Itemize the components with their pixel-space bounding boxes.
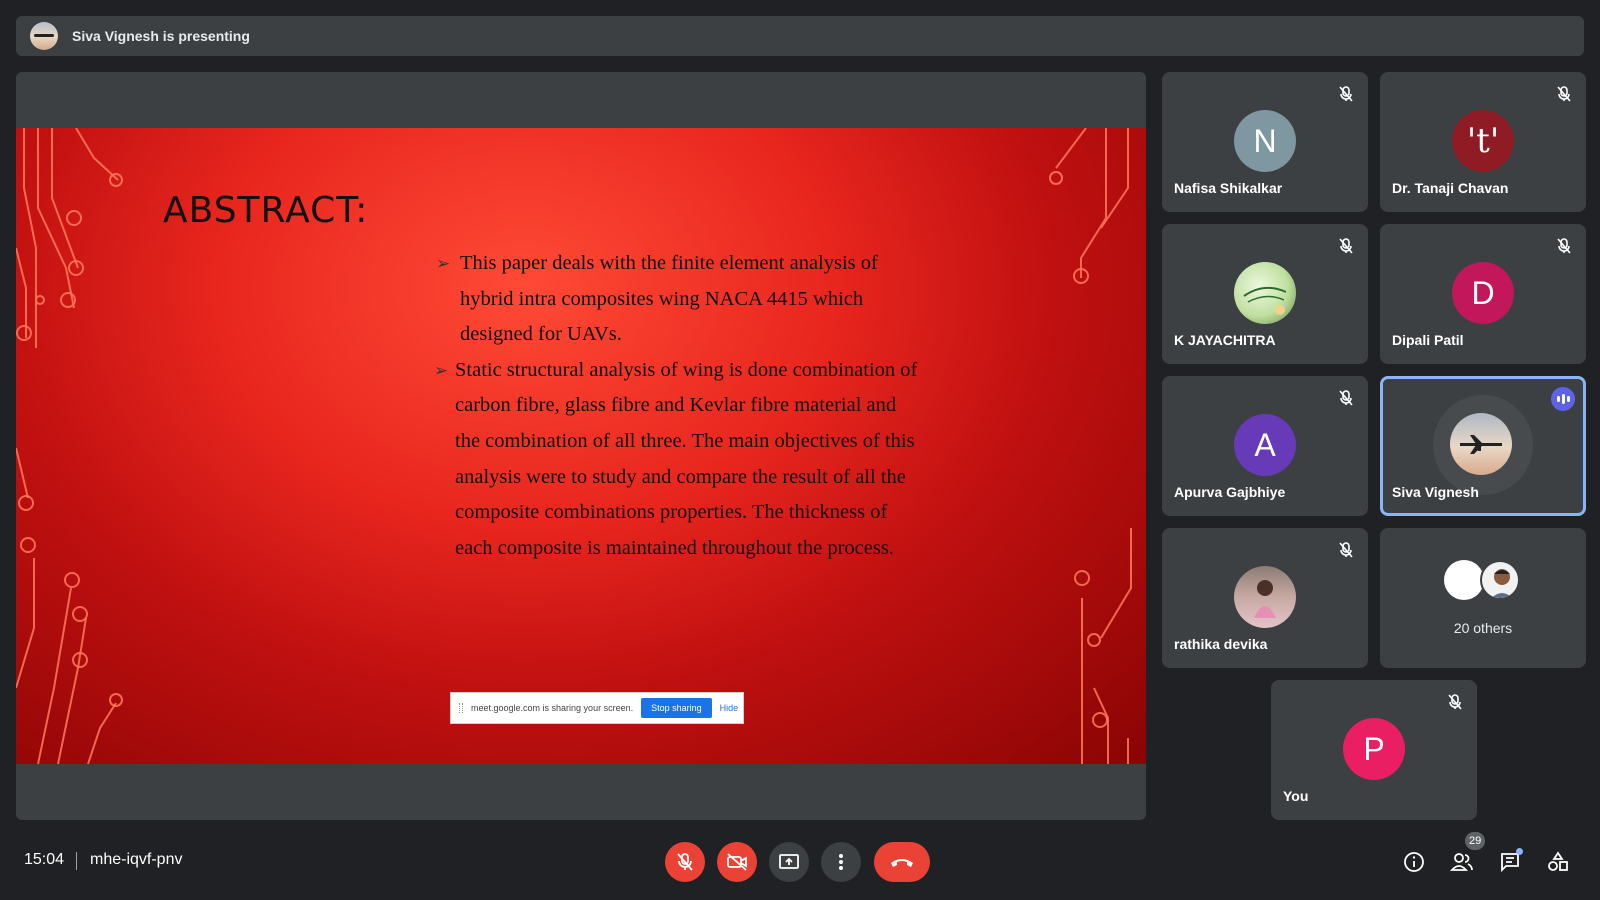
participant-name: Dipali Patil	[1392, 332, 1464, 348]
camera-toggle-button[interactable]	[717, 842, 757, 882]
slide-bullet: ➢ This paper deals with the finite eleme…	[436, 246, 926, 353]
clock: 15:04	[24, 851, 65, 868]
divider	[76, 852, 77, 870]
participant-name: Dr. Tanaji Chavan	[1392, 180, 1509, 196]
people-icon	[1450, 853, 1473, 871]
presenting-banner: Siva Vignesh is presenting	[16, 16, 1584, 56]
participant-name: Apurva Gajbhiye	[1174, 484, 1286, 500]
participant-tile[interactable]: rathika devika	[1162, 528, 1368, 668]
participant-tile[interactable]: K JAYACHITRA	[1162, 224, 1368, 364]
participant-name: You	[1283, 788, 1309, 804]
participant-tile[interactable]: D Dipali Patil	[1380, 224, 1586, 364]
presenting-text: Siva Vignesh is presenting	[72, 28, 250, 44]
microphone-toggle-button[interactable]	[665, 842, 705, 882]
avatar: A	[1234, 414, 1296, 476]
arrow-bullet-icon: ➢	[436, 254, 451, 273]
mic-off-icon	[1339, 86, 1353, 102]
mic-off-icon	[1448, 694, 1462, 710]
avatar: D	[1452, 262, 1514, 324]
participant-name: K JAYACHITRA	[1174, 332, 1276, 348]
airplane-avatar-image	[1460, 435, 1502, 454]
drag-handle-icon[interactable]	[459, 703, 463, 713]
present-screen-icon	[779, 854, 799, 869]
others-count: 20 others	[1453, 620, 1513, 636]
person-avatar-image	[1491, 569, 1513, 598]
speaking-indicator-icon	[1551, 387, 1575, 411]
participant-name: Nafisa Shikalkar	[1174, 180, 1283, 196]
bottom-control-bar: 15:04 mhe-iqvf-pnv 29	[0, 828, 1600, 900]
self-tile[interactable]: P You	[1271, 680, 1477, 820]
slide-bullets: ➢ This paper deals with the finite eleme…	[434, 246, 926, 567]
participant-tile[interactable]: 't' Dr. Tanaji Chavan	[1380, 72, 1586, 212]
leave-call-button[interactable]	[874, 842, 930, 882]
participant-tile[interactable]: N Nafisa Shikalkar	[1162, 72, 1368, 212]
activities-icon	[1548, 851, 1568, 871]
mic-off-icon	[1339, 542, 1353, 558]
participant-tile-active-speaker[interactable]: Siva Vignesh	[1380, 376, 1586, 516]
mic-off-icon	[677, 853, 693, 871]
avatar	[1234, 566, 1296, 628]
present-screen-button[interactable]	[769, 842, 809, 882]
mic-off-icon	[1557, 86, 1571, 102]
avatar: P	[1343, 718, 1405, 780]
hang-up-icon	[891, 859, 913, 867]
slide-title: ABSTRACT:	[163, 190, 369, 231]
bullet-text: Static structural analysis of wing is do…	[455, 358, 918, 559]
avatar	[1444, 560, 1484, 600]
floral-avatar-image	[1243, 286, 1287, 315]
more-vert-icon	[839, 854, 843, 870]
more-options-button[interactable]	[821, 842, 861, 882]
avatar	[1450, 413, 1512, 475]
avatar	[1234, 262, 1296, 324]
participant-name: Siva Vignesh	[1392, 484, 1479, 500]
child-avatar-image	[1254, 580, 1276, 618]
slide-bullet: ➢ Static structural analysis of wing is …	[434, 353, 926, 567]
stop-sharing-button[interactable]: Stop sharing	[641, 698, 712, 718]
bullet-text: This paper deals with the finite element…	[460, 252, 878, 346]
shared-slide: ABSTRACT: ➢ This paper deals with the fi…	[16, 128, 1146, 764]
info-icon	[1404, 852, 1424, 872]
arrow-bullet-icon: ➢	[434, 360, 449, 380]
camera-off-icon	[727, 853, 747, 871]
presenter-avatar	[30, 22, 58, 50]
others-tile[interactable]: 20 others	[1380, 528, 1586, 668]
screen-share-notification: meet.google.com is sharing your screen. …	[450, 692, 744, 724]
share-message: meet.google.com is sharing your screen.	[471, 703, 634, 713]
people-count-badge: 29	[1465, 832, 1486, 850]
mic-off-icon	[1339, 390, 1353, 406]
activities-button[interactable]	[1540, 844, 1576, 880]
avatar	[1480, 560, 1520, 600]
mic-off-icon	[1557, 238, 1571, 254]
hide-button[interactable]: Hide	[720, 703, 739, 713]
unread-dot	[1516, 848, 1523, 855]
presentation-stage[interactable]: ABSTRACT: ➢ This paper deals with the fi…	[16, 72, 1146, 820]
meeting-code: mhe-iqvf-pnv	[90, 851, 183, 868]
avatar: N	[1234, 110, 1296, 172]
avatar: 't'	[1452, 110, 1514, 172]
chat-button[interactable]	[1492, 844, 1528, 880]
participant-name: rathika devika	[1174, 636, 1268, 652]
mic-off-icon	[1339, 238, 1353, 254]
meeting-details-button[interactable]	[1396, 844, 1432, 880]
participant-tile[interactable]: A Apurva Gajbhiye	[1162, 376, 1368, 516]
